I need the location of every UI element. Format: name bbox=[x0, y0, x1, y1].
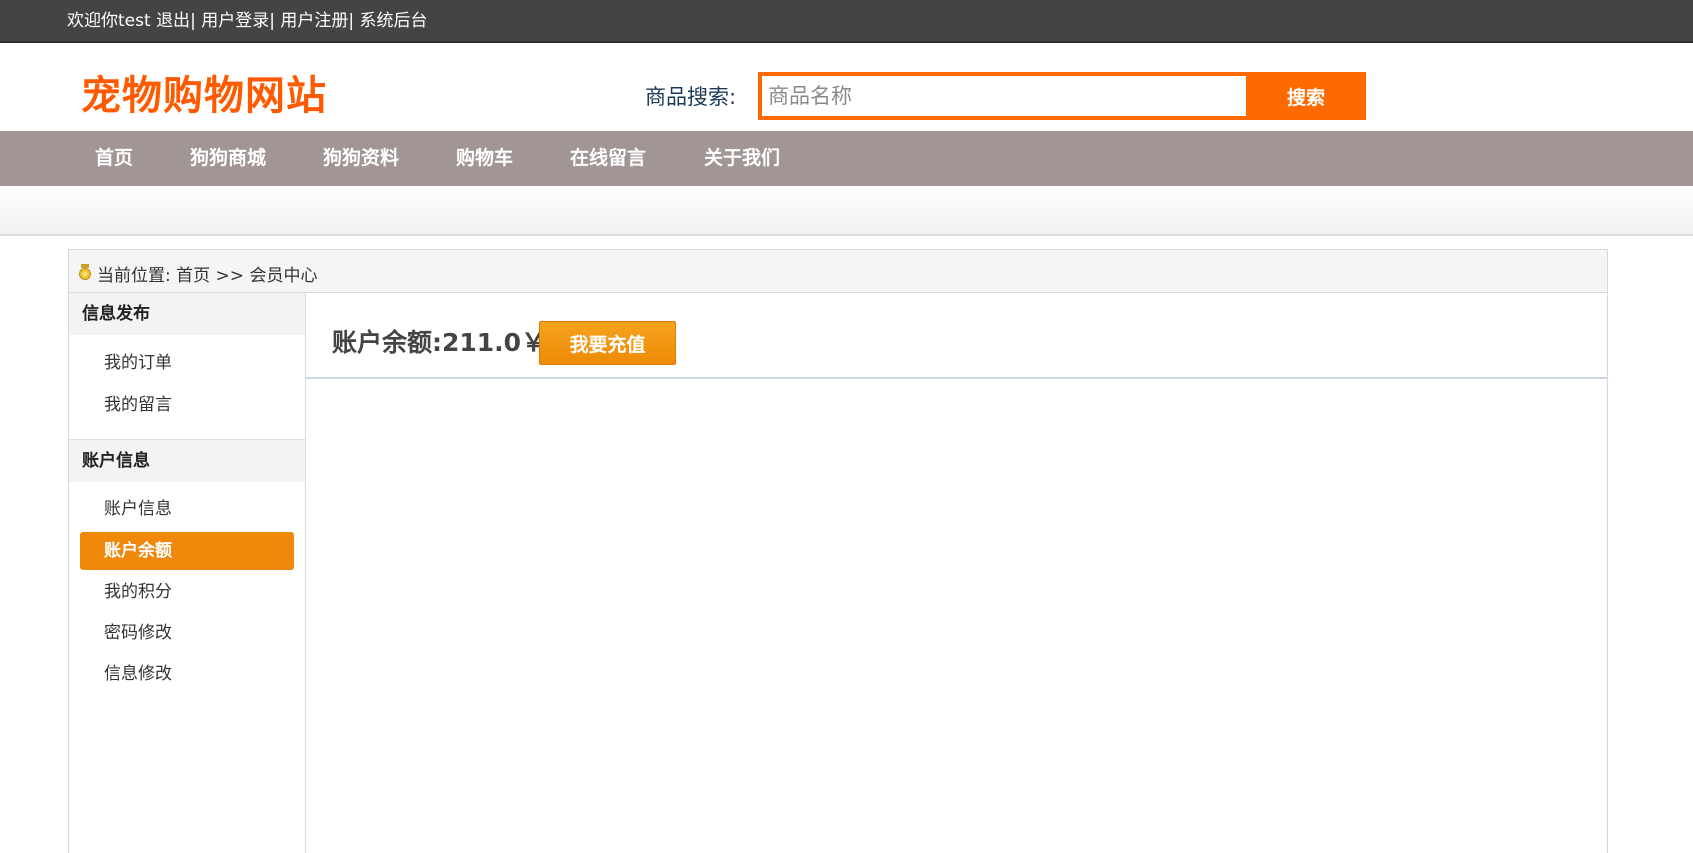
balance-text: 账户余额:211.0￥ bbox=[332, 328, 547, 357]
main-nav: 首页 狗狗商城 狗狗资料 购物车 在线留言 关于我们 bbox=[0, 131, 1693, 186]
sidebar-item-my-messages[interactable]: 我的留言 bbox=[80, 386, 294, 424]
logout-link[interactable]: 退出 bbox=[156, 11, 190, 31]
login-link[interactable]: 用户登录 bbox=[201, 11, 269, 31]
site-header: 宠物购物网站 商品搜索: 搜索 bbox=[0, 43, 1693, 131]
search-button[interactable]: 搜索 bbox=[1246, 72, 1366, 120]
search-input[interactable] bbox=[758, 72, 1246, 120]
breadcrumb: 当前位置: 首页 >> 会员中心 bbox=[68, 249, 1608, 293]
breadcrumb-text: 当前位置: 首页 >> 会员中心 bbox=[97, 261, 317, 286]
breadcrumb-current: 会员中心 bbox=[249, 266, 318, 286]
member-sidebar: 信息发布 我的订单 我的留言 账户信息 账户信息 账户余额 我的积分 密码修改 … bbox=[68, 293, 306, 853]
banner-strip bbox=[0, 186, 1693, 236]
sidebar-item-account-info[interactable]: 账户信息 bbox=[80, 490, 294, 528]
sidebar-item-account-balance[interactable]: 账户余额 bbox=[80, 532, 294, 570]
medal-icon bbox=[78, 264, 92, 280]
sidebar-group-title: 账户信息 bbox=[69, 440, 305, 482]
welcome-text: 欢迎你test bbox=[67, 11, 151, 31]
sidebar-item-edit-info[interactable]: 信息修改 bbox=[80, 655, 294, 693]
sidebar-item-my-points[interactable]: 我的积分 bbox=[80, 573, 294, 611]
nav-item-about[interactable]: 关于我们 bbox=[704, 131, 780, 186]
search-label: 商品搜索: bbox=[645, 85, 737, 109]
register-link[interactable]: 用户注册 bbox=[280, 11, 348, 31]
main-content: 账户余额:211.0￥ 我要充值 bbox=[306, 293, 1608, 853]
site-logo[interactable]: 宠物购物网站 bbox=[81, 63, 327, 121]
nav-item-dog-mall[interactable]: 狗狗商城 bbox=[190, 131, 266, 186]
admin-link[interactable]: 系统后台 bbox=[359, 11, 427, 31]
breadcrumb-home[interactable]: 首页 bbox=[176, 266, 210, 286]
nav-item-messages[interactable]: 在线留言 bbox=[570, 131, 646, 186]
top-separator: | bbox=[348, 11, 355, 31]
sidebar-item-change-password[interactable]: 密码修改 bbox=[80, 614, 294, 652]
top-bar: 欢迎你test 退出| 用户登录| 用户注册| 系统后台 bbox=[0, 0, 1693, 43]
sidebar-item-my-orders[interactable]: 我的订单 bbox=[80, 344, 294, 382]
balance-row: 账户余额:211.0￥ 我要充值 bbox=[306, 293, 1607, 379]
top-links: 欢迎你test 退出| 用户登录| 用户注册| 系统后台 bbox=[67, 6, 427, 31]
nav-item-dog-info[interactable]: 狗狗资料 bbox=[323, 131, 399, 186]
top-separator: | bbox=[190, 11, 196, 31]
sidebar-group-title: 信息发布 bbox=[69, 293, 305, 335]
nav-item-home[interactable]: 首页 bbox=[95, 131, 133, 186]
recharge-button[interactable]: 我要充值 bbox=[539, 321, 676, 365]
nav-item-cart[interactable]: 购物车 bbox=[456, 131, 513, 186]
top-separator: | bbox=[269, 11, 275, 31]
breadcrumb-prefix: 当前位置: bbox=[97, 266, 171, 286]
breadcrumb-arrow: >> bbox=[215, 266, 245, 286]
